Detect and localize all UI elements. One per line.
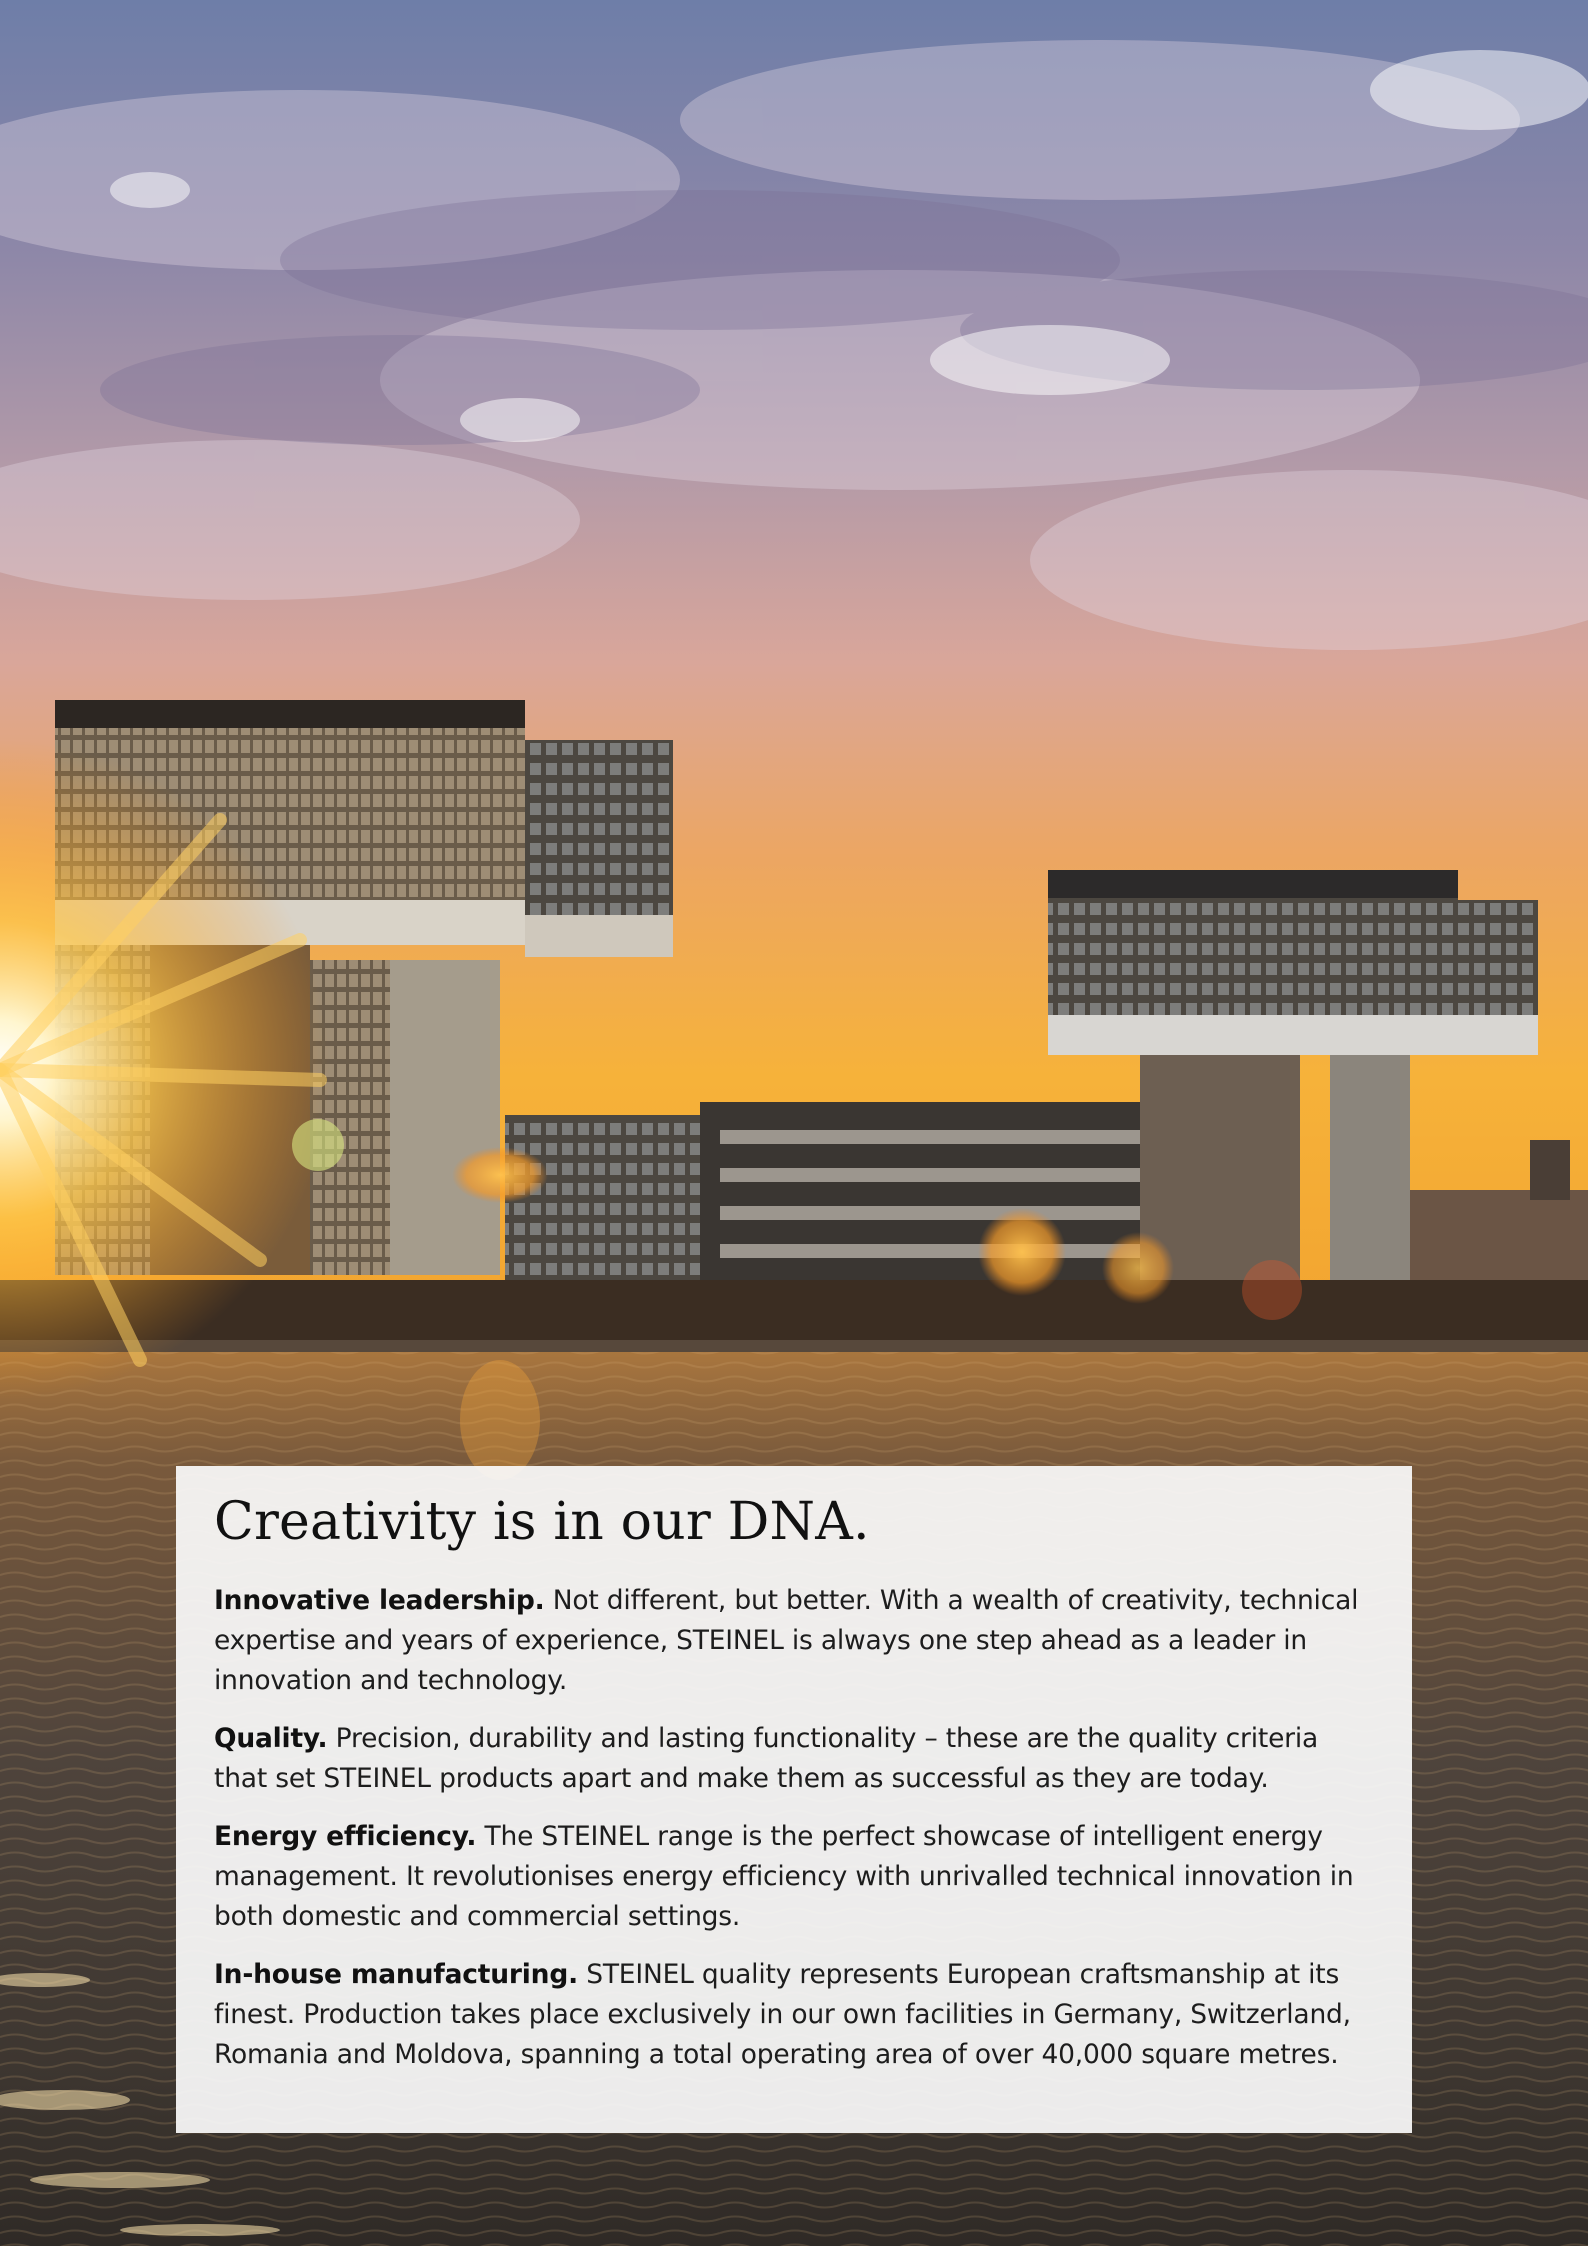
paragraph-in-house-manufacturing: In-house manufacturing. STEINEL quality … (214, 1955, 1374, 2075)
text-panel: Creativity is in our DNA. Innovative lea… (176, 1466, 1412, 2133)
paragraph-energy-efficiency: Energy efficiency. The STEINEL range is … (214, 1817, 1374, 1937)
paragraph-lead: Innovative leadership. (214, 1585, 545, 1617)
brochure-page: Creativity is in our DNA. Innovative lea… (0, 0, 1588, 2246)
paragraph-innovative-leadership: Innovative leadership. Not different, bu… (214, 1581, 1374, 1701)
paragraph-lead: Energy efficiency. (214, 1821, 477, 1853)
paragraph-quality: Quality. Precision, durability and lasti… (214, 1719, 1374, 1799)
paragraph-lead: Quality. (214, 1723, 328, 1755)
paragraph-lead: In-house manufacturing. (214, 1959, 578, 1991)
paragraph-text: Precision, durability and lasting functi… (214, 1723, 1319, 1795)
page-title: Creativity is in our DNA. (214, 1492, 870, 1552)
